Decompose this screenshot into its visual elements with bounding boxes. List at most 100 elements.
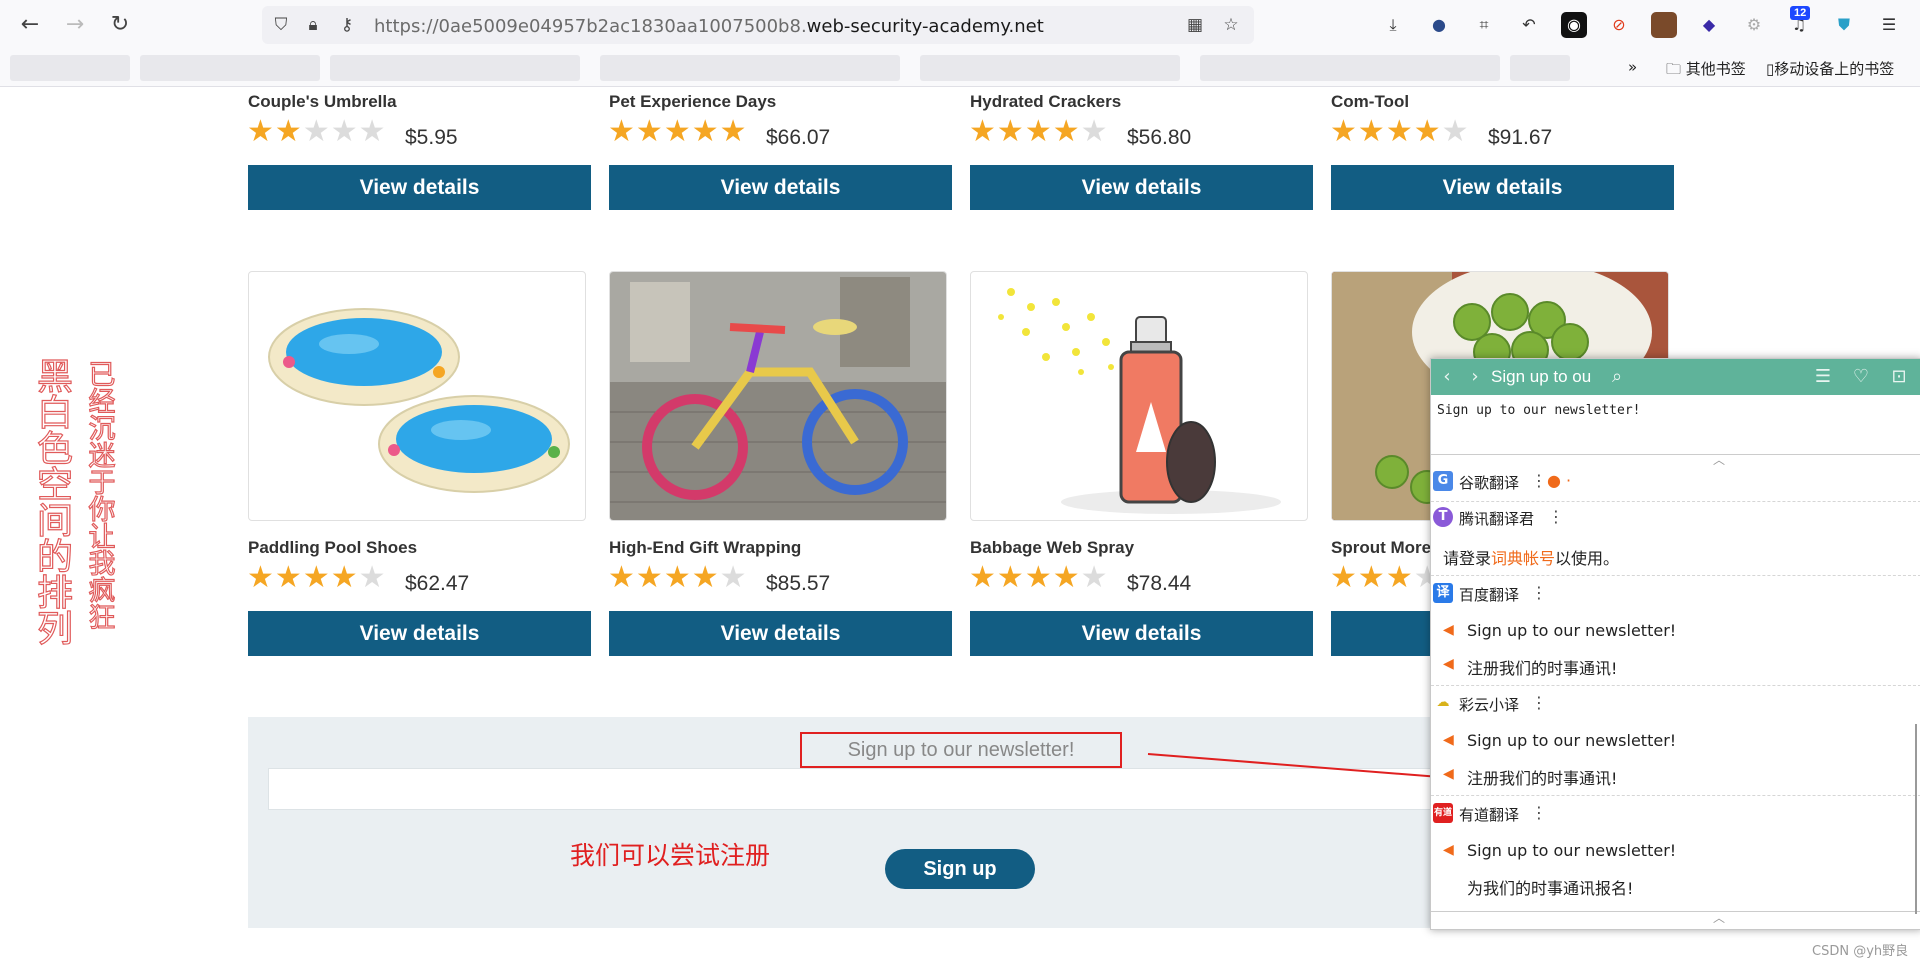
star-filled-icon: ★ <box>996 560 1025 595</box>
bookmark-icon[interactable]: ⊡ <box>1887 365 1911 389</box>
more-icon[interactable]: ⋮ <box>1531 471 1547 490</box>
blurred-bookmarks <box>10 55 130 81</box>
other-bookmarks-folder[interactable]: 🗀︎ 其他书签 <box>1666 58 1746 84</box>
search-icon[interactable]: ⌕ <box>1605 365 1629 389</box>
rating-stars: ★★★★★ <box>1330 117 1470 147</box>
view-details-button[interactable]: View details <box>970 611 1313 656</box>
star-empty-icon: ★ <box>1080 114 1109 149</box>
view-details-button[interactable]: View details <box>1331 165 1674 210</box>
side-text-column-1: 黑白色空间的排列 <box>36 357 73 650</box>
engine-name: 彩云小译 <box>1459 696 1520 714</box>
rating-stars: ★★★★★ <box>969 117 1109 147</box>
product-title: Hydrated Crackers <box>970 92 1122 111</box>
star-filled-icon: ★ <box>691 560 720 595</box>
star-filled-icon: ★ <box>635 114 664 149</box>
product-title: High-End Gift Wrapping <box>609 538 802 557</box>
star-filled-icon: ★ <box>608 560 636 595</box>
more-icon[interactable]: ⋮ <box>1531 583 1547 602</box>
bookmarks-bar: » 🗀︎ 其他书签 ▯移动设备上的书签 <box>0 50 1920 87</box>
star-filled-icon: ★ <box>663 560 692 595</box>
blurred-bookmarks <box>920 55 1180 81</box>
divider <box>1431 501 1920 502</box>
more-icon[interactable]: ⋮ <box>1531 693 1547 712</box>
back-icon[interactable]: ← <box>15 10 45 40</box>
crop-icon[interactable]: ⌗ <box>1471 12 1497 38</box>
diamond-extension-icon[interactable]: ◆ <box>1696 12 1722 38</box>
engine-baidu: 译 百度翻译 ⋮ <box>1431 581 1920 607</box>
star-empty-icon: ★ <box>330 114 359 149</box>
ghost-extension-icon[interactable]: ◉ <box>1561 12 1587 38</box>
chevron-right-icon[interactable]: › <box>1463 365 1487 389</box>
product-title: Sprout More <box>1331 538 1432 557</box>
view-details-button[interactable]: View details <box>609 165 952 210</box>
source-text: Sign up to our newsletter! <box>1467 621 1677 640</box>
speaker-icon[interactable]: ◀ <box>1443 733 1457 747</box>
divider <box>1431 454 1920 455</box>
view-details-button[interactable]: View details <box>970 165 1313 210</box>
list-icon[interactable]: ☰ <box>1811 365 1835 389</box>
star-filled-icon: ★ <box>1385 560 1414 595</box>
product-image-web-spray[interactable] <box>970 271 1308 521</box>
mobile-bookmarks-folder[interactable]: ▯移动设备上的书签 <box>1766 58 1894 79</box>
view-details-button[interactable]: View details <box>248 611 591 656</box>
view-details-button[interactable]: View details <box>609 611 952 656</box>
product-price: $91.67 <box>1488 126 1553 149</box>
url-text[interactable]: https://0ae5009e04957b2ac1830aa1007500b8… <box>374 16 1044 37</box>
product-title: Pet Experience Days <box>609 92 777 111</box>
product-image-gift-wrapping[interactable] <box>609 271 947 521</box>
engine-google: G 谷歌翻译 ⋮ ● · <box>1431 469 1920 495</box>
collapse-chevron-icon[interactable]: ︿ <box>1709 909 1729 926</box>
product-title: Babbage Web Spray <box>970 538 1135 557</box>
engine-youdao: 有道 有道翻译 ⋮ <box>1431 801 1920 827</box>
downloads-icon[interactable]: ⤓ <box>1380 12 1406 38</box>
bookmark-star-icon[interactable]: ☆ <box>1220 14 1242 36</box>
qr-code-icon[interactable]: ▦ <box>1184 14 1206 36</box>
block-extension-icon[interactable]: ⊘ <box>1606 12 1632 38</box>
globe-extension-icon[interactable]: ● <box>1426 12 1452 38</box>
key-icon[interactable]: ⚷ <box>336 14 358 36</box>
extension-badge: 12 <box>1790 6 1811 20</box>
engine-name: 百度翻译 <box>1459 586 1520 604</box>
star-empty-icon: ★ <box>358 560 387 595</box>
speaker-icon[interactable]: ◀ <box>1443 657 1457 671</box>
forward-icon[interactable]: → <box>60 10 90 40</box>
popup-scrollbar[interactable] <box>1915 724 1917 914</box>
reload-icon[interactable]: ↻ <box>105 10 135 40</box>
speaker-icon[interactable]: ◀ <box>1443 767 1457 781</box>
google-translate-icon: G <box>1433 471 1453 491</box>
menu-icon[interactable]: ☰ <box>1876 12 1902 38</box>
chevron-left-icon[interactable]: ‹ <box>1435 365 1459 389</box>
star-filled-icon: ★ <box>330 560 359 595</box>
star-filled-icon: ★ <box>608 114 636 149</box>
speaker-icon[interactable]: ◀ <box>1443 843 1457 857</box>
view-details-button[interactable]: View details <box>248 165 591 210</box>
avatar-extension-icon[interactable] <box>1651 12 1677 38</box>
sign-up-button[interactable]: Sign up <box>885 849 1035 889</box>
shield-icon[interactable]: ⛉ <box>270 14 292 36</box>
collapse-chevron-icon[interactable]: ︿ <box>1709 451 1729 468</box>
more-icon[interactable]: ⋮ <box>1548 507 1564 526</box>
popup-query-text[interactable]: Sign up to our newsletter! <box>1437 403 1641 418</box>
blurred-bookmarks <box>600 55 900 81</box>
shield-extension-icon[interactable]: ⛊ <box>1831 12 1857 38</box>
star-filled-icon: ★ <box>1052 114 1081 149</box>
gear-extension-icon[interactable]: ⚙ <box>1741 12 1767 38</box>
product-image-paddling-pool[interactable] <box>248 271 586 521</box>
lock-icon[interactable]: 🔒︎ <box>302 14 324 36</box>
popup-header: ‹ › Sign up to ou ⌕ ☰ ♡ ⊡ <box>1431 359 1920 395</box>
product-price: $66.07 <box>766 126 831 149</box>
login-link[interactable]: 词典帐号 <box>1491 549 1555 568</box>
source-text: Sign up to our newsletter! <box>1467 841 1677 860</box>
product-title: Couple's Umbrella <box>248 92 397 111</box>
star-filled-icon: ★ <box>1413 114 1442 149</box>
source-text: Sign up to our newsletter! <box>1467 731 1677 750</box>
engine-tencent: T 腾讯翻译君 ⋮ <box>1431 505 1920 531</box>
speaker-icon[interactable]: ◀ <box>1443 623 1457 637</box>
more-icon[interactable]: ⋮ <box>1531 803 1547 822</box>
url-bar[interactable]: ⛉ 🔒︎ ⚷ https://0ae5009e04957b2ac1830aa10… <box>262 6 1254 44</box>
star-filled-icon: ★ <box>996 114 1025 149</box>
translator-popup: ‹ › Sign up to ou ⌕ ☰ ♡ ⊡ Sign up to our… <box>1430 358 1920 930</box>
bookmarks-overflow-icon[interactable]: » <box>1628 58 1637 76</box>
heart-icon[interactable]: ♡ <box>1849 365 1873 389</box>
undo-icon[interactable]: ↶ <box>1516 12 1542 38</box>
